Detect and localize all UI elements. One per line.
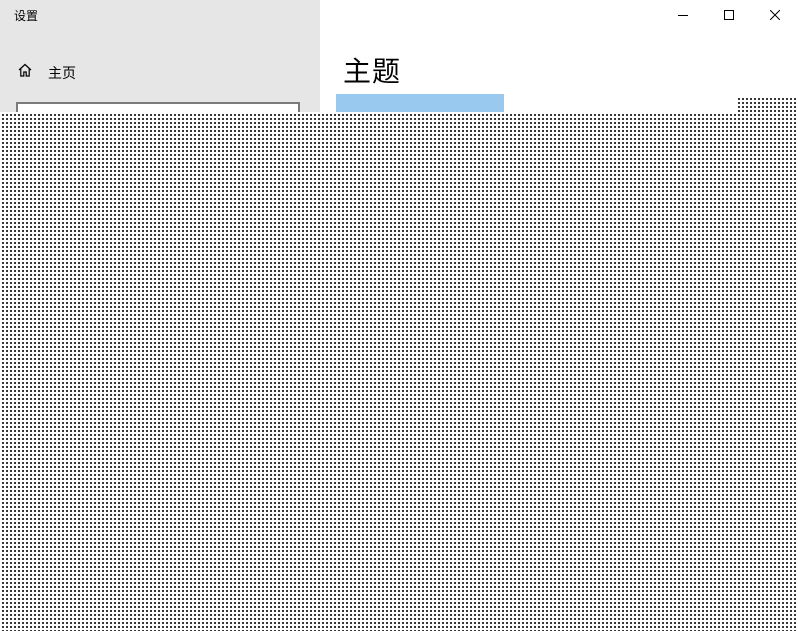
page-title: 主题 [343, 55, 402, 88]
window-controls [660, 0, 798, 30]
loading-overlay-edge [736, 96, 798, 112]
close-icon [770, 10, 780, 20]
home-icon [17, 62, 33, 78]
maximize-button[interactable] [706, 0, 752, 30]
app-title: 设置 [14, 9, 39, 23]
sidebar-item-label: 主页 [48, 66, 76, 82]
minimize-button[interactable] [660, 0, 706, 30]
close-button[interactable] [752, 0, 798, 30]
sidebar-item-home[interactable]: 主页 [0, 56, 320, 88]
settings-window: 设置 主页 主题 [0, 0, 798, 631]
loading-overlay [0, 112, 798, 631]
maximize-icon [724, 10, 734, 20]
minimize-icon [678, 10, 688, 20]
